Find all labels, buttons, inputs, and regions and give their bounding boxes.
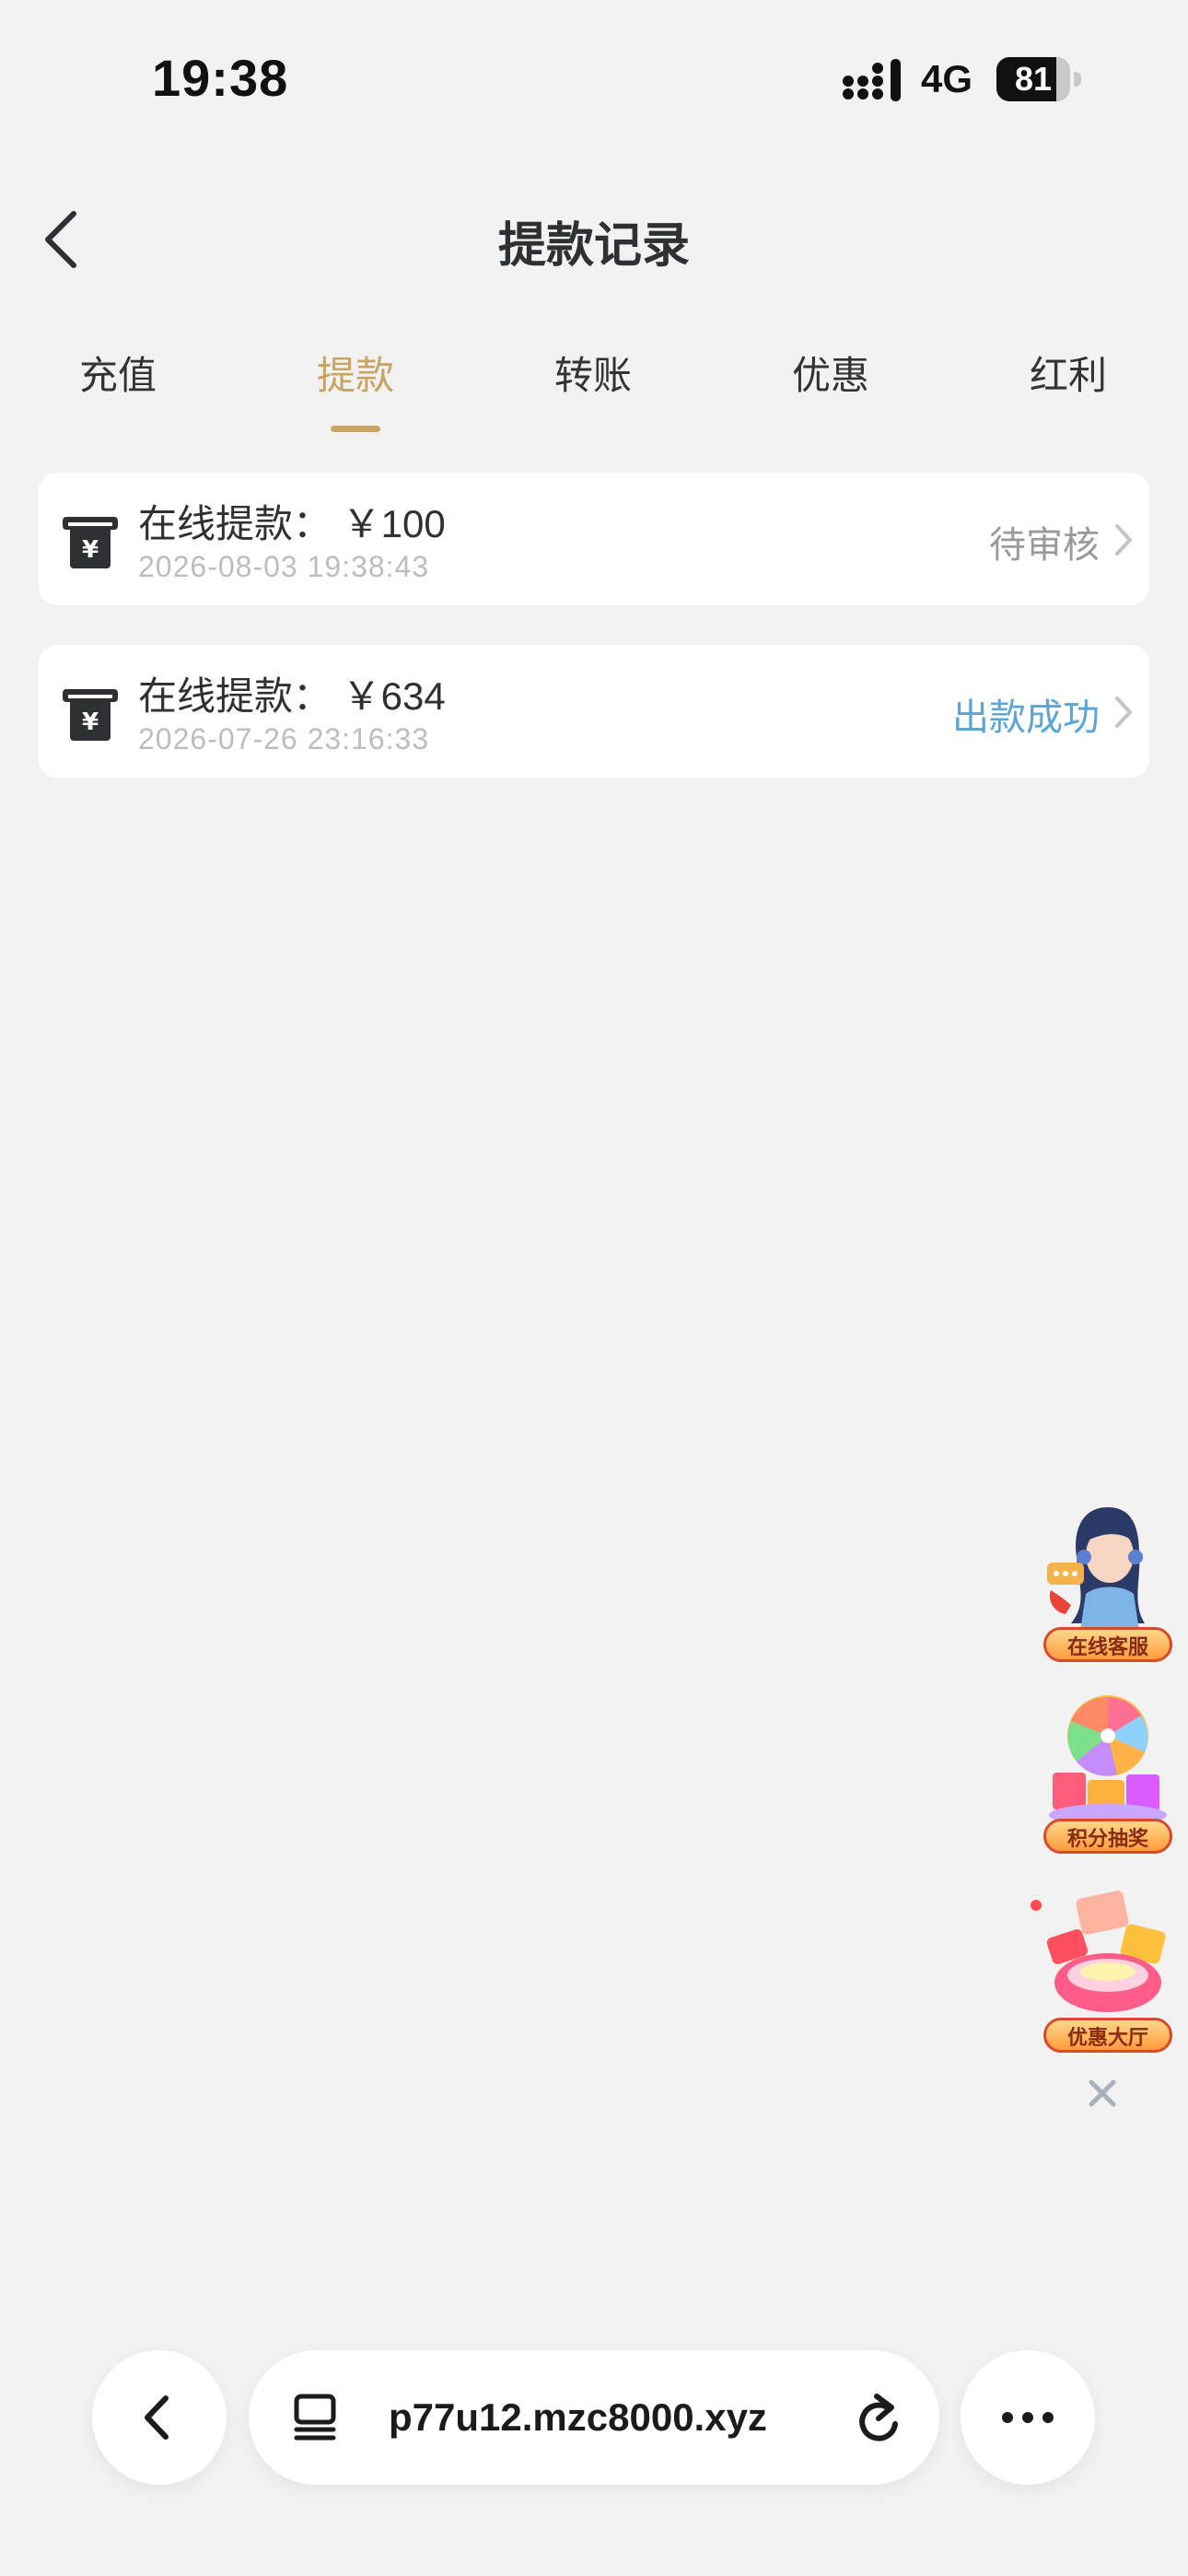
- svg-text:¥: ¥: [82, 536, 99, 564]
- svg-text:¥: ¥: [82, 708, 99, 736]
- chevron-left-icon: [145, 2395, 169, 2440]
- tab-bonus[interactable]: 红利: [976, 345, 1160, 401]
- customer-service-agent-icon: [1047, 1507, 1145, 1631]
- close-icon[interactable]: [1087, 2078, 1118, 2109]
- tab-recharge[interactable]: 充值: [26, 345, 210, 401]
- withdraw-record-item[interactable]: ¥ 在线提款： ￥100 2026-08-03 19:38:43 待审核: [39, 473, 1149, 605]
- battery-icon: 81: [996, 57, 1083, 101]
- page-title: 提款记录: [497, 219, 690, 273]
- tab-promotion[interactable]: 优惠: [739, 345, 923, 401]
- customer-service-button[interactable]: 在线客服: [1043, 1627, 1172, 1662]
- network-type: 4G: [921, 57, 973, 100]
- record-title: 在线提款： ￥100: [138, 502, 446, 545]
- reload-icon[interactable]: [853, 2389, 904, 2444]
- withdraw-atm-icon: ¥: [63, 689, 118, 741]
- address-bar[interactable]: p77u12.mzc8000.xyz: [249, 2350, 939, 2485]
- chevron-right-icon: [1115, 697, 1132, 728]
- record-timestamp: 2026-07-26 23:16:33: [138, 722, 430, 755]
- record-status: 待审核: [989, 525, 1100, 566]
- withdraw-atm-icon: ¥: [63, 517, 118, 568]
- promo-hall-widget[interactable]: 优惠大厅: [1027, 1887, 1183, 2062]
- active-tab-indicator: [331, 426, 380, 432]
- tabs-icon: [294, 2394, 336, 2441]
- battery-percent: 81: [1014, 60, 1053, 98]
- tab-transfer[interactable]: 转账: [501, 345, 685, 401]
- prize-wheel-icon: [1049, 1695, 1167, 1826]
- browser-more-button[interactable]: [961, 2350, 1095, 2485]
- record-title: 在线提款： ￥634: [138, 674, 446, 718]
- browser-back-button[interactable]: [92, 2350, 227, 2485]
- record-timestamp: 2026-08-03 19:38:43: [138, 550, 430, 583]
- tab-withdraw[interactable]: 提款: [263, 345, 448, 401]
- signal-icon: [843, 59, 901, 101]
- url-text[interactable]: p77u12.mzc8000.xyz: [389, 2350, 767, 2485]
- chevron-right-icon: [1115, 524, 1132, 556]
- more-dots-icon: [1002, 2412, 1054, 2423]
- status-time: 19:38: [152, 49, 289, 107]
- withdraw-record-item[interactable]: ¥ 在线提款： ￥634 2026-07-26 23:16:33 出款成功: [39, 645, 1149, 778]
- customer-service-widget[interactable]: 在线客服: [1027, 1502, 1183, 1668]
- promo-hall-button[interactable]: 优惠大厅: [1043, 2018, 1172, 2053]
- record-status: 出款成功: [952, 697, 1100, 738]
- lottery-widget[interactable]: 积分抽奖: [1027, 1688, 1183, 1863]
- lottery-button[interactable]: 积分抽奖: [1043, 1819, 1172, 1854]
- gift-box-icon: [1031, 1891, 1166, 2012]
